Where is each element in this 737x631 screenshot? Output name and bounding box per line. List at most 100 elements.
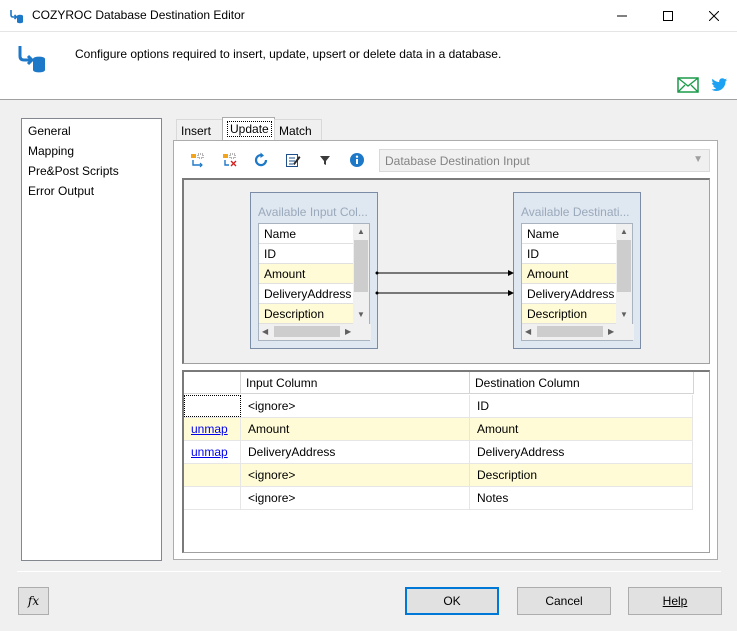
window-title: COZYROC Database Destination Editor — [32, 8, 245, 22]
grid-input-cell[interactable]: <ignore> — [241, 487, 470, 509]
grid-action-cell[interactable] — [184, 464, 241, 486]
list-item[interactable]: Description — [522, 304, 617, 324]
chevron-down-icon: ▼ — [693, 154, 703, 165]
help-button[interactable]: Help — [628, 587, 722, 615]
grid-destination-cell: Amount — [470, 418, 693, 440]
title-bar: COZYROC Database Destination Editor — [0, 0, 737, 32]
edit-icon — [286, 154, 301, 167]
scroll-thumb[interactable] — [274, 326, 340, 337]
nav-item-error-output[interactable]: Error Output — [28, 184, 94, 198]
header-description: Configure options required to insert, up… — [75, 47, 502, 61]
list-item[interactable]: Amount — [522, 264, 617, 284]
twitter-icon[interactable] — [711, 78, 728, 92]
chevron-down-icon[interactable]: ▼ — [357, 310, 365, 319]
grid-input-cell[interactable]: <ignore> — [241, 464, 470, 486]
chevron-left-icon[interactable]: ◀ — [525, 327, 531, 336]
mapping-lines — [375, 270, 514, 296]
footer-divider — [17, 571, 721, 572]
edit-button[interactable] — [284, 151, 302, 169]
list-item[interactable]: ID — [522, 244, 617, 264]
grid-action-cell[interactable] — [184, 395, 241, 417]
info-button[interactable] — [348, 151, 366, 169]
grid-header-input-column[interactable]: Input Column — [241, 372, 470, 394]
vertical-scrollbar[interactable]: ▲ ▼ — [353, 224, 369, 324]
table-row[interactable]: unmap Amount Amount — [184, 418, 693, 441]
cancel-button[interactable]: Cancel — [517, 587, 611, 615]
mapping-endpoint — [375, 271, 379, 275]
grid-destination-cell: DeliveryAddress — [470, 441, 693, 463]
refresh-button[interactable] — [252, 151, 270, 169]
chevron-down-icon[interactable]: ▼ — [620, 310, 628, 319]
maximize-icon — [663, 10, 673, 21]
input-columns-title: Available Input Col... — [258, 205, 368, 219]
list-item[interactable]: Amount — [259, 264, 354, 284]
tab-update[interactable]: Update — [222, 117, 275, 141]
grid-destination-cell: ID — [470, 395, 693, 417]
destination-input-select[interactable]: Database Destination Input ▼ — [379, 149, 710, 172]
table-row[interactable]: <ignore> ID — [184, 395, 693, 418]
destination-input-value: Database Destination Input — [385, 154, 530, 168]
unmap-link[interactable]: unmap — [184, 418, 241, 440]
close-icon — [709, 10, 719, 21]
grid-input-cell[interactable]: Amount — [241, 418, 470, 440]
clear-mappings-button[interactable] — [220, 151, 238, 169]
page-navigation-list: General Mapping Pre&Post Scripts Error O… — [21, 118, 162, 561]
app-icon — [10, 10, 23, 24]
table-row[interactable]: <ignore> Notes — [184, 487, 693, 510]
maximize-button[interactable] — [645, 0, 691, 31]
list-item[interactable]: DeliveryAddress — [522, 284, 617, 304]
table-row[interactable]: unmap DeliveryAddress DeliveryAddress — [184, 441, 693, 464]
tab-update-label: Update — [227, 121, 272, 137]
horizontal-scrollbar[interactable]: ◀ ▶ — [259, 324, 371, 340]
unmap-link[interactable]: unmap — [184, 441, 241, 463]
tab-insert[interactable]: Insert — [176, 119, 223, 141]
chevron-up-icon[interactable]: ▲ — [357, 227, 365, 236]
chevron-left-icon[interactable]: ◀ — [262, 327, 268, 336]
nav-item-general[interactable]: General — [28, 124, 71, 138]
tab-match-label: Match — [279, 124, 312, 138]
nav-item-mapping[interactable]: Mapping — [28, 144, 74, 158]
tab-insert-label: Insert — [181, 124, 212, 138]
mail-icon[interactable] — [677, 77, 699, 93]
available-input-columns-box[interactable]: Available Input Col... Name ID Amount De… — [250, 192, 378, 349]
grid-input-cell[interactable]: <ignore> — [241, 395, 470, 417]
refresh-icon — [254, 152, 268, 167]
chevron-right-icon[interactable]: ▶ — [608, 327, 614, 336]
list-item[interactable]: Description — [259, 304, 354, 324]
close-button[interactable] — [691, 0, 737, 31]
nav-item-pre-post-scripts[interactable]: Pre&Post Scripts — [28, 164, 119, 178]
info-icon — [350, 153, 364, 167]
scroll-thumb[interactable] — [537, 326, 603, 337]
input-columns-header: Name — [259, 224, 354, 244]
list-item[interactable]: ID — [259, 244, 354, 264]
table-row[interactable]: <ignore> Description — [184, 464, 693, 487]
minimize-icon — [617, 15, 627, 16]
mapping-endpoint — [375, 291, 379, 295]
grid-destination-cell: Notes — [470, 487, 693, 509]
grid-header-destination-column[interactable]: Destination Column — [470, 372, 694, 394]
ok-button[interactable]: OK — [405, 587, 499, 615]
destination-columns-title: Available Destinati... — [521, 205, 630, 219]
grid-header-action — [184, 372, 241, 394]
scroll-thumb[interactable] — [354, 240, 368, 292]
arrow-head-icon — [508, 290, 514, 296]
horizontal-scrollbar[interactable]: ◀ ▶ — [522, 324, 634, 340]
chevron-up-icon[interactable]: ▲ — [620, 227, 628, 236]
available-destination-columns-box[interactable]: Available Destinati... Name ID Amount De… — [513, 192, 641, 349]
arrow-head-icon — [508, 270, 514, 276]
vertical-scrollbar[interactable]: ▲ ▼ — [616, 224, 632, 324]
filter-icon — [320, 156, 330, 165]
minimize-button[interactable] — [599, 0, 645, 31]
filter-button[interactable] — [316, 151, 334, 169]
scroll-thumb[interactable] — [617, 240, 631, 292]
grid-action-cell[interactable] — [184, 487, 241, 509]
grid-input-cell[interactable]: DeliveryAddress — [241, 441, 470, 463]
expression-button[interactable]: fx — [18, 587, 49, 615]
input-columns-list: Name ID Amount DeliveryAddress Descripti… — [258, 223, 371, 341]
map-by-name-button[interactable] — [188, 151, 206, 169]
chevron-right-icon[interactable]: ▶ — [345, 327, 351, 336]
tab-match[interactable]: Match — [274, 119, 322, 141]
map-columns-icon — [191, 153, 204, 168]
list-item[interactable]: DeliveryAddress — [259, 284, 354, 304]
dialog-header: Configure options required to insert, up… — [0, 32, 737, 100]
